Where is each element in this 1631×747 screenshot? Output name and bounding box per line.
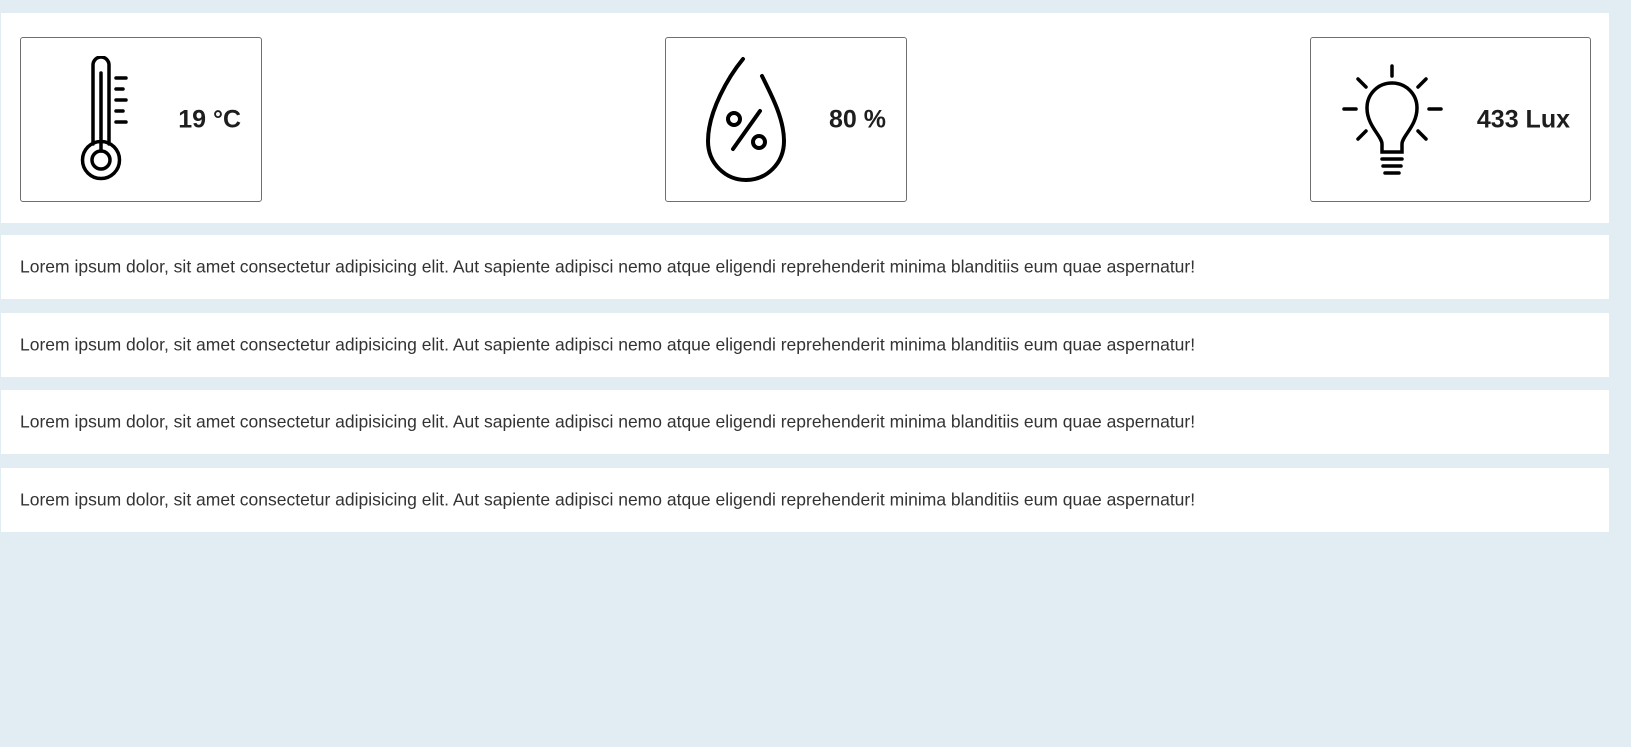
- light-value: 433 Lux: [1476, 105, 1570, 133]
- temperature-card: 19 °C: [20, 37, 262, 202]
- text-row-content: Lorem ipsum dolor, sit amet consectetur …: [20, 334, 1196, 355]
- text-row-1: Lorem ipsum dolor, sit amet consectetur …: [1, 235, 1609, 299]
- thermometer-icon: [76, 55, 132, 186]
- light-card: 433 Lux: [1310, 37, 1591, 202]
- humidity-value: 80 %: [829, 105, 886, 133]
- lightbulb-icon: [1341, 64, 1447, 185]
- text-row-3: Lorem ipsum dolor, sit amet consectetur …: [1, 390, 1609, 454]
- text-row-2: Lorem ipsum dolor, sit amet consectetur …: [1, 313, 1609, 377]
- humidity-card: 80 %: [665, 37, 907, 202]
- sensor-panel: 19 °C 80 % 433 Lux: [1, 13, 1609, 223]
- text-row-content: Lorem ipsum dolor, sit amet consectetur …: [20, 411, 1196, 432]
- text-row-content: Lorem ipsum dolor, sit amet consectetur …: [20, 489, 1196, 510]
- temperature-value: 19 °C: [178, 105, 241, 133]
- humidity-drop-icon: [704, 56, 794, 189]
- text-row-content: Lorem ipsum dolor, sit amet consectetur …: [20, 256, 1196, 277]
- text-row-4: Lorem ipsum dolor, sit amet consectetur …: [1, 468, 1609, 532]
